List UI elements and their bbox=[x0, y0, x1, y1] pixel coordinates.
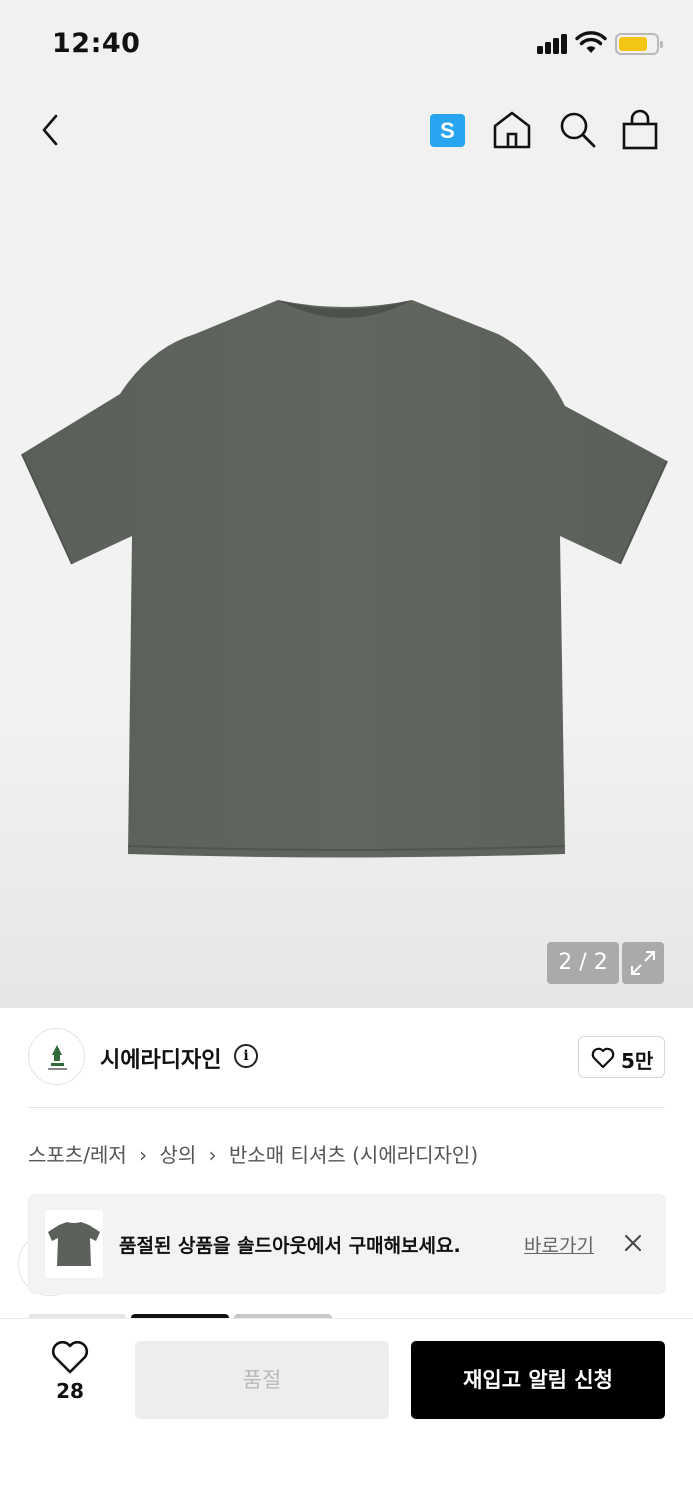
heart-icon bbox=[591, 1047, 615, 1069]
brand-logo[interactable] bbox=[28, 1028, 85, 1085]
toast-product-thumbnail bbox=[45, 1210, 103, 1278]
breadcrumb-item[interactable]: 스포츠/레저 bbox=[28, 1143, 127, 1167]
wishlist-button[interactable]: 28 bbox=[40, 1341, 100, 1421]
expand-icon bbox=[631, 951, 655, 975]
status-time: 12:40 bbox=[52, 28, 141, 59]
s-badge-button[interactable]: S bbox=[430, 114, 465, 147]
product-tshirt-image bbox=[21, 300, 668, 858]
image-counter: 2 / 2 bbox=[547, 942, 619, 984]
brand-name[interactable]: 시에라디자인 bbox=[100, 1042, 221, 1074]
shopping-bag-icon[interactable] bbox=[620, 108, 660, 152]
search-icon[interactable] bbox=[556, 108, 600, 152]
toast-message: 품절된 상품을 솔드아웃에서 구매해보세요. bbox=[119, 1235, 461, 1257]
bottom-action-bar: 28 품절 재입고 알림 신청 bbox=[0, 1318, 693, 1500]
wishlist-count: 28 bbox=[56, 1379, 84, 1403]
restock-alert-button[interactable]: 재입고 알림 신청 bbox=[411, 1341, 665, 1419]
info-icon[interactable]: i bbox=[234, 1044, 258, 1068]
chevron-right-icon: › bbox=[208, 1143, 217, 1167]
product-image-gallery[interactable]: 12:40 S 2 / 2 bbox=[0, 0, 693, 1008]
brand-like-button[interactable]: 5만 bbox=[578, 1036, 665, 1078]
brand-row: 시에라디자인 i 5만 bbox=[28, 1028, 665, 1088]
toast-shortcut-link[interactable]: 바로가기 bbox=[524, 1231, 594, 1258]
brand-like-count: 5만 bbox=[621, 1049, 654, 1073]
breadcrumb-item[interactable]: 상의 bbox=[159, 1143, 196, 1167]
home-icon[interactable] bbox=[490, 108, 534, 152]
close-icon[interactable] bbox=[623, 1233, 643, 1253]
back-icon[interactable] bbox=[34, 110, 68, 150]
breadcrumb: 스포츠/레저 › 상의 › 반소매 티셔츠 (시에라디자인) bbox=[28, 1139, 478, 1168]
chevron-right-icon: › bbox=[139, 1143, 148, 1167]
cellular-signal-icon bbox=[537, 34, 569, 54]
soldout-button: 품절 bbox=[135, 1341, 389, 1419]
wifi-icon bbox=[575, 31, 607, 53]
breadcrumb-item[interactable]: 반소매 티셔츠 (시에라디자인) bbox=[229, 1143, 478, 1167]
status-bar: 12:40 bbox=[0, 0, 693, 90]
heart-icon bbox=[51, 1341, 89, 1374]
expand-button[interactable] bbox=[622, 942, 664, 984]
divider bbox=[28, 1107, 665, 1108]
soldout-toast: 품절된 상품을 솔드아웃에서 구매해보세요. 바로가기 bbox=[29, 1195, 665, 1293]
battery-icon bbox=[615, 33, 663, 55]
top-navigation: S bbox=[0, 100, 693, 160]
